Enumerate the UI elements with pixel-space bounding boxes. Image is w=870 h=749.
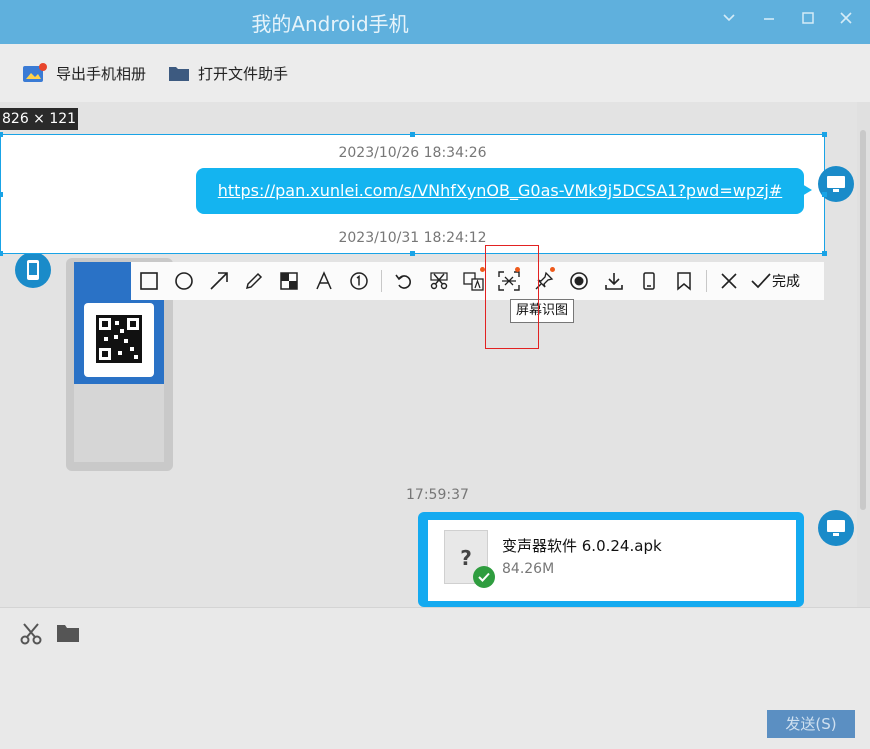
phone-icon (642, 272, 655, 290)
undo-icon (394, 274, 411, 289)
number-marker-icon (349, 272, 368, 290)
resize-handle[interactable] (822, 251, 827, 256)
toolbar-divider (376, 262, 386, 300)
resize-handle[interactable] (410, 132, 415, 137)
text-icon (315, 271, 332, 290)
ellipse-tool[interactable] (166, 262, 201, 300)
qr-code-image (84, 303, 154, 377)
check-icon (473, 566, 495, 588)
resize-handle[interactable] (410, 251, 415, 256)
resize-handle[interactable] (822, 192, 827, 197)
toolbar-divider (701, 262, 711, 300)
done-label: 完成 (772, 274, 800, 290)
bubble-tail (802, 184, 812, 196)
monitor-icon (827, 520, 845, 536)
screenshot-scissors-icon[interactable] (19, 622, 43, 650)
file-name: 变声器软件 6.0.24.apk (502, 537, 662, 555)
timestamp: 2023/10/31 18:24:12 (338, 230, 487, 246)
pencil-tool[interactable] (236, 262, 271, 300)
record-icon (569, 272, 588, 290)
open-file-helper-button[interactable]: 打开文件助手 (168, 60, 288, 86)
send-to-phone-tool[interactable] (631, 262, 666, 300)
phone-icon (27, 260, 39, 280)
circle-icon (174, 272, 193, 290)
monitor-icon (827, 176, 845, 192)
maximize-icon[interactable] (795, 8, 821, 34)
export-album-button[interactable]: 导出手机相册 (22, 60, 146, 86)
new-badge (550, 267, 555, 272)
undo-tool[interactable] (386, 262, 421, 300)
chevron-down-icon[interactable] (716, 8, 742, 34)
message-input-area[interactable] (0, 607, 870, 749)
timestamp: 17:59:37 (406, 487, 469, 503)
bookmark-icon (676, 272, 691, 291)
resize-handle[interactable] (0, 251, 3, 256)
pc-avatar (818, 510, 854, 546)
mosaic-tool[interactable] (271, 262, 306, 300)
resize-handle[interactable] (0, 132, 3, 137)
checkmark-icon (751, 273, 771, 289)
long-screenshot-tool[interactable] (421, 262, 456, 300)
scrollbar-thumb[interactable] (860, 130, 866, 510)
close-icon (720, 273, 737, 289)
phone-avatar (15, 252, 51, 288)
open-file-helper-label: 打开文件助手 (198, 64, 289, 83)
number-marker-tool[interactable] (341, 262, 376, 300)
resize-handle[interactable] (822, 132, 827, 137)
translate-icon (462, 272, 484, 291)
export-album-label: 导出手机相册 (56, 64, 147, 83)
done-button[interactable]: 完成 (750, 271, 800, 291)
window-title: 我的Android手机 (251, 12, 409, 36)
text-tool[interactable] (306, 262, 341, 300)
scissors-icon (429, 272, 448, 290)
title-bar: 我的Android手机 (0, 0, 870, 44)
favorite-tool[interactable] (666, 262, 701, 300)
main-toolbar: 导出手机相册 打开文件助手 (0, 44, 870, 102)
record-tool[interactable] (561, 262, 596, 300)
arrow-tool[interactable] (201, 262, 236, 300)
send-button[interactable]: 发送(S) (767, 710, 855, 738)
cancel-tool[interactable] (711, 262, 746, 300)
snip-toolbar: 完成 (131, 262, 824, 300)
export-photo-icon (23, 63, 47, 82)
resize-handle[interactable] (0, 192, 3, 197)
pencil-icon (245, 272, 262, 290)
rectangle-icon (139, 272, 158, 290)
timestamp: 2023/10/26 18:34:26 (338, 145, 487, 161)
download-icon (604, 273, 623, 290)
arrow-icon (209, 272, 228, 290)
file-size: 84.26M (502, 561, 555, 577)
selection-size-badge: 826 × 121 (0, 108, 79, 130)
rectangle-tool[interactable] (131, 262, 166, 300)
link-message[interactable]: https://pan.xunlei.com/s/VNhfXynOB_G0as-… (196, 168, 804, 214)
minimize-icon[interactable] (756, 8, 782, 34)
close-icon[interactable] (833, 8, 859, 34)
folder-icon[interactable] (56, 622, 80, 648)
save-tool[interactable] (596, 262, 631, 300)
folder-icon (169, 67, 189, 81)
highlight-box (485, 245, 539, 349)
mosaic-icon (279, 272, 298, 290)
